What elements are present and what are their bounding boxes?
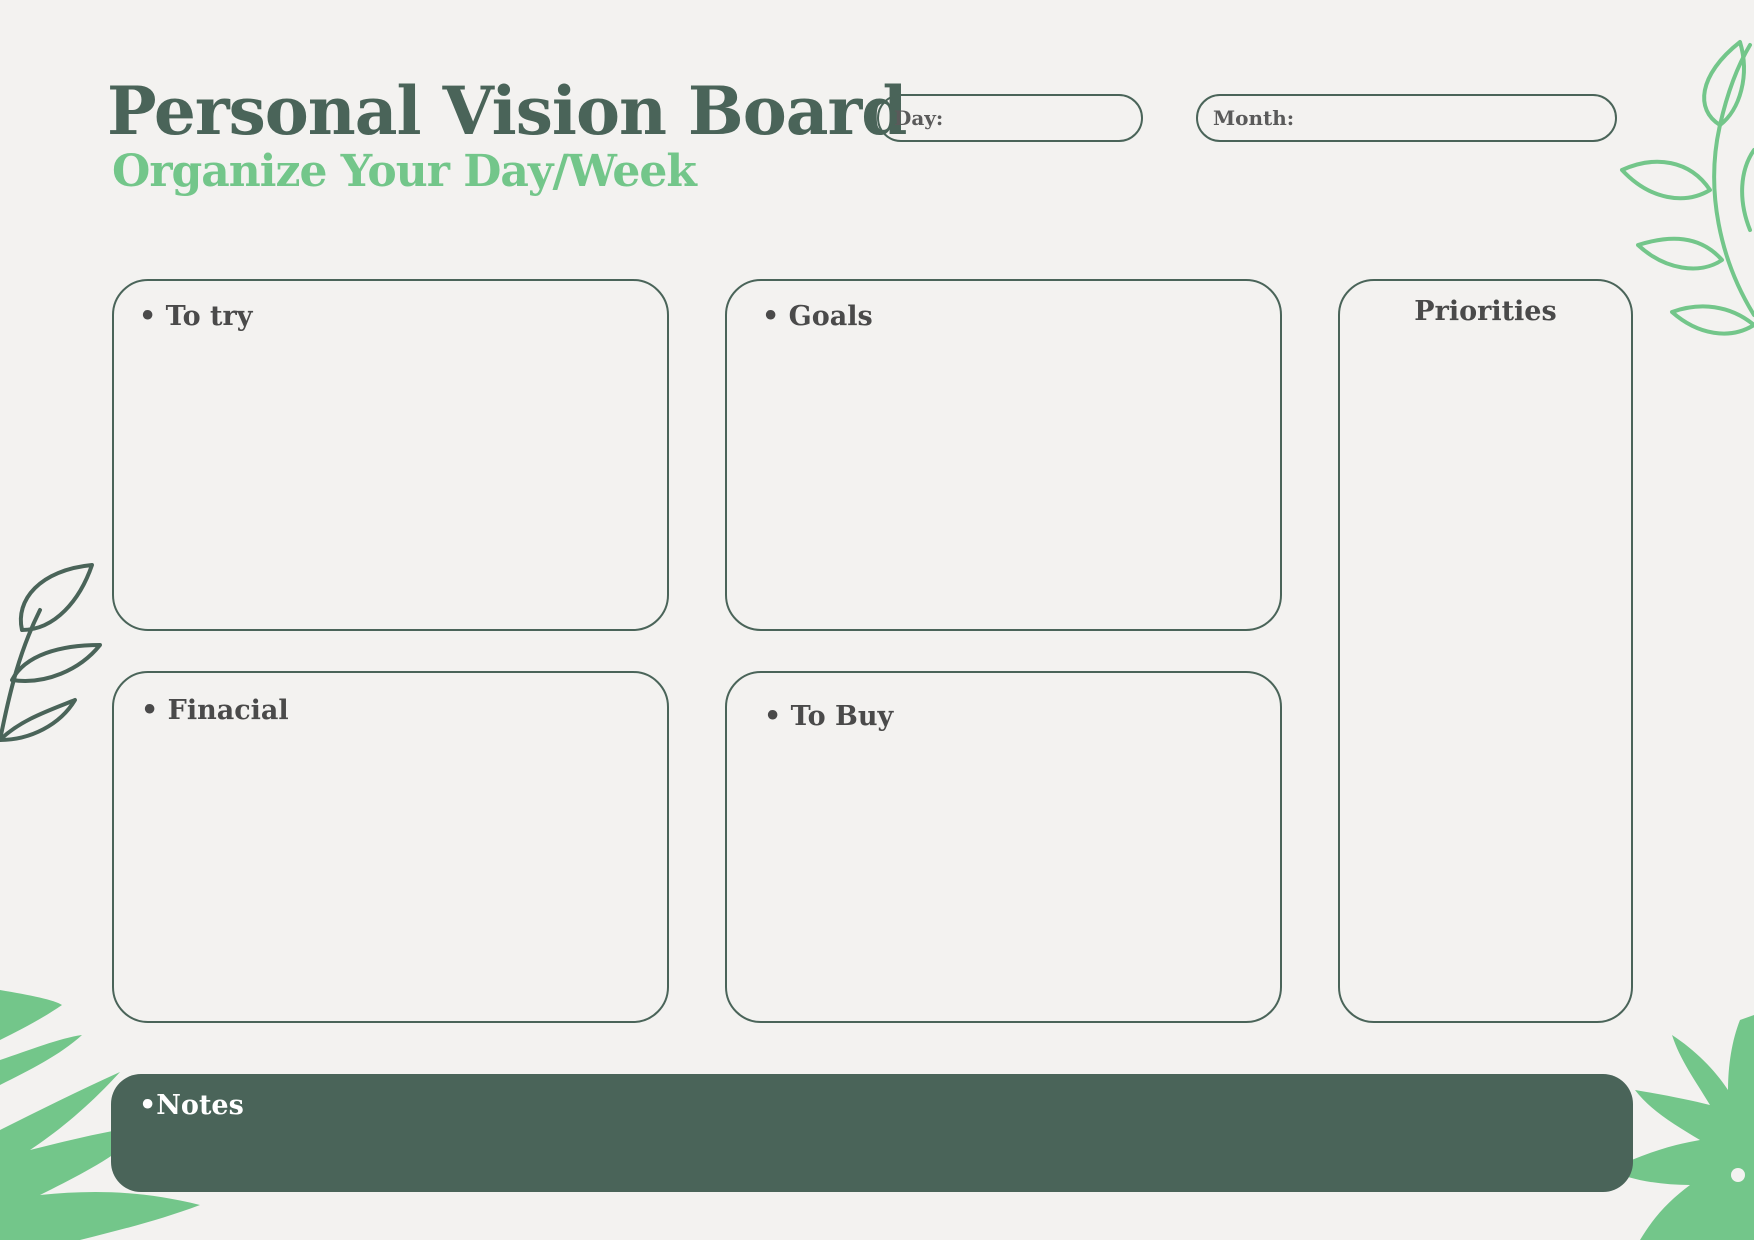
to-try-label: • To try xyxy=(139,301,253,332)
priorities-box[interactable]: Priorities xyxy=(1338,279,1633,1023)
financial-label: • Finacial xyxy=(141,695,289,726)
to-buy-label: • To Buy xyxy=(764,701,894,732)
month-label: Month: xyxy=(1213,106,1295,130)
to-buy-box[interactable]: • To Buy xyxy=(725,671,1282,1023)
notes-box[interactable]: •Notes xyxy=(111,1074,1633,1192)
month-field[interactable]: Month: xyxy=(1196,94,1617,142)
leaf-branch-top-right-icon xyxy=(1620,40,1754,336)
notes-label: •Notes xyxy=(139,1090,244,1121)
priorities-label: Priorities xyxy=(1414,296,1557,327)
leaf-branch-mid-left-icon xyxy=(0,563,102,742)
goals-label: • Goals xyxy=(762,301,873,332)
day-field[interactable]: Day: xyxy=(877,94,1143,142)
goals-box[interactable]: • Goals xyxy=(725,279,1282,631)
page-subtitle: Organize Your Day/Week xyxy=(112,146,697,197)
day-label: Day: xyxy=(894,106,944,130)
to-try-box[interactable]: • To try xyxy=(112,279,669,631)
financial-box[interactable]: • Finacial xyxy=(112,671,669,1023)
page-title: Personal Vision Board xyxy=(107,72,907,150)
